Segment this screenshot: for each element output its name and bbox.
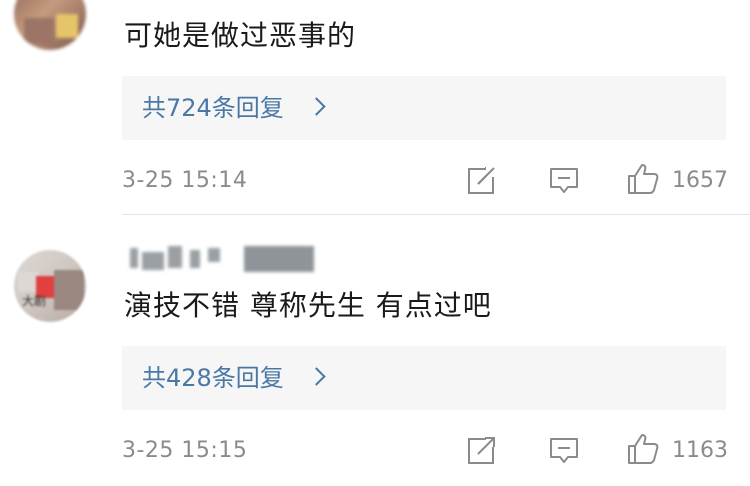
comment-icon[interactable] (548, 164, 580, 196)
replies-box[interactable]: 共428条回复 (122, 346, 726, 410)
comment-text: 可她是做过恶事的 (124, 19, 357, 52)
avatar[interactable] (14, 0, 86, 50)
comment-text: 演技不错 尊称先生 有点过吧 (124, 289, 492, 322)
comment-icon[interactable] (548, 434, 580, 466)
chevron-right-icon (307, 97, 326, 116)
share-icon[interactable] (466, 164, 498, 196)
avatar-text: 大剧 (22, 294, 47, 308)
chevron-right-icon (307, 367, 326, 386)
comment-timestamp: 3-25 15:14 (122, 168, 248, 193)
like-count: 1657 (672, 168, 728, 193)
like-count: 1163 (672, 438, 728, 463)
comment-timestamp: 3-25 15:15 (122, 438, 248, 463)
avatar[interactable]: 大剧 (14, 250, 86, 322)
thumbs-up-icon[interactable] (626, 432, 660, 466)
thumbs-up-icon[interactable] (626, 162, 660, 196)
replies-box[interactable]: 共724条回复 (122, 76, 726, 140)
share-icon[interactable] (466, 434, 498, 466)
username[interactable] (128, 240, 328, 274)
view-replies-link[interactable]: 共428条回复 (142, 360, 284, 396)
comment-item: 可她是做过恶事的 共724条回复 3-25 15:14 1657 (0, 0, 750, 214)
view-replies-link[interactable]: 共724条回复 (142, 90, 284, 126)
